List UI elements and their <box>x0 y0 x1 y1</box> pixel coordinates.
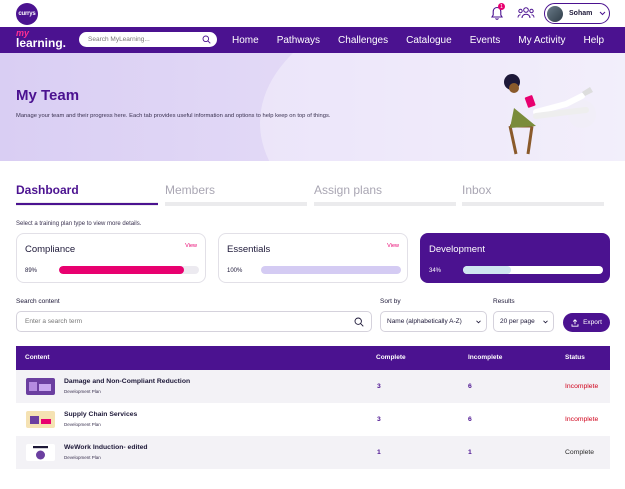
tab-members[interactable]: Members <box>165 183 215 197</box>
nav-link-help[interactable]: Help <box>584 35 605 46</box>
status-label: Complete <box>565 449 595 456</box>
results-per-page-select[interactable]: 20 per page <box>493 311 554 332</box>
content-search-input[interactable] <box>25 318 325 325</box>
complete-count[interactable]: 3 <box>377 416 381 423</box>
card-percent: 89% <box>25 268 38 274</box>
table-row[interactable]: Supply Chain Services Development Plan 3… <box>16 403 610 436</box>
tab-inbox-underline <box>462 202 604 206</box>
user-name: Soham <box>569 10 593 17</box>
tab-inbox[interactable]: Inbox <box>462 183 491 197</box>
row-title[interactable]: Damage and Non-Compliant Reduction <box>64 378 190 385</box>
progress-bar <box>463 266 603 274</box>
page-description: Manage your team and their progress here… <box>16 113 331 119</box>
mylearning-logo-learning[interactable]: learning. <box>16 36 66 50</box>
tab-dashboard[interactable]: Dashboard <box>16 183 79 197</box>
nav-link-pathways[interactable]: Pathways <box>277 35 320 46</box>
user-menu[interactable]: Soham <box>544 3 610 24</box>
global-search-input[interactable] <box>88 36 198 43</box>
sort-by-select[interactable]: Name (alphabetically A-Z) <box>380 311 487 332</box>
nav-link-challenges[interactable]: Challenges <box>338 35 388 46</box>
nav-link-catalogue[interactable]: Catalogue <box>406 35 452 46</box>
chevron-down-icon <box>476 320 481 324</box>
search-content-label: Search content <box>16 298 60 305</box>
card-percent: 34% <box>429 268 442 274</box>
export-button[interactable]: Export <box>563 313 610 332</box>
sort-by-label: Sort by <box>380 298 401 305</box>
table-row[interactable]: Damage and Non-Compliant Reduction Devel… <box>16 370 610 403</box>
incomplete-count[interactable]: 1 <box>468 449 472 456</box>
row-title[interactable]: Supply Chain Services <box>64 411 137 418</box>
content-search <box>16 311 372 332</box>
tab-dashboard-underline <box>16 203 158 205</box>
tab-assign-plans[interactable]: Assign plans <box>314 183 382 197</box>
complete-count[interactable]: 1 <box>377 449 381 456</box>
row-title[interactable]: WeWork Induction- edited <box>64 444 148 451</box>
progress-fill <box>59 266 184 274</box>
progress-fill <box>463 266 511 274</box>
card-title: Essentials <box>227 244 271 255</box>
select-hint: Select a training plan type to view more… <box>16 221 142 227</box>
team-tabs: Dashboard Members Assign plans Inbox <box>16 183 606 207</box>
status-label: Incomplete <box>565 383 599 390</box>
results-per-page-value: 20 per page <box>500 318 535 325</box>
tab-assign-plans-underline <box>314 202 456 206</box>
row-subtitle: Development Plan <box>64 455 101 460</box>
hero-banner: My Team Manage your team and their progr… <box>0 53 625 161</box>
thumbnail-image <box>26 411 55 428</box>
avatar <box>547 5 563 22</box>
progress-fill <box>261 266 401 274</box>
search-icon[interactable] <box>354 317 364 327</box>
export-icon <box>571 318 579 327</box>
column-header-content[interactable]: Content <box>25 354 50 361</box>
card-essentials[interactable]: Essentials View 100% <box>218 233 408 283</box>
chevron-down-icon <box>543 320 548 324</box>
card-title: Compliance <box>25 244 76 255</box>
export-label: Export <box>583 319 602 326</box>
global-search <box>79 32 217 47</box>
content-table: Content Complete Incomplete Status Damag… <box>16 346 610 469</box>
search-icon[interactable] <box>202 35 211 44</box>
chevron-down-icon <box>599 11 606 16</box>
currys-logo[interactable]: currys <box>16 3 38 25</box>
column-header-status[interactable]: Status <box>565 354 585 361</box>
incomplete-count[interactable]: 6 <box>468 383 472 390</box>
tab-members-underline <box>165 202 307 206</box>
status-label: Incomplete <box>565 416 599 423</box>
nav-link-events[interactable]: Events <box>470 35 501 46</box>
card-percent: 100% <box>227 268 243 274</box>
table-row[interactable]: WeWork Induction- edited Development Pla… <box>16 436 610 469</box>
card-development[interactable]: Development 34% <box>420 233 610 283</box>
card-view-link[interactable]: View <box>387 243 399 249</box>
row-subtitle: Development Plan <box>64 389 101 394</box>
main-nav: my learning. Home Pathways Challenges Ca… <box>0 27 625 53</box>
thumbnail-image <box>26 378 55 395</box>
page-title: My Team <box>16 87 80 104</box>
card-compliance[interactable]: Compliance View 89% <box>16 233 206 283</box>
team-icon[interactable] <box>517 6 535 20</box>
notification-badge: 1 <box>498 3 505 10</box>
nav-link-home[interactable]: Home <box>232 35 259 46</box>
hero-illustration <box>504 74 596 155</box>
card-title: Development <box>429 244 485 255</box>
results-label: Results <box>493 298 515 305</box>
top-bar: currys 1 Soham <box>0 0 625 27</box>
column-header-incomplete[interactable]: Incomplete <box>468 354 502 361</box>
table-header: Content Complete Incomplete Status <box>16 346 610 370</box>
progress-bar <box>261 266 401 274</box>
nav-links: Home Pathways Challenges Catalogue Event… <box>232 27 622 53</box>
card-view-link[interactable]: View <box>185 243 197 249</box>
wework-logo-thumbnail <box>26 444 55 461</box>
row-subtitle: Development Plan <box>64 422 101 427</box>
nav-link-my-activity[interactable]: My Activity <box>518 35 565 46</box>
column-header-complete[interactable]: Complete <box>376 354 406 361</box>
incomplete-count[interactable]: 6 <box>468 416 472 423</box>
complete-count[interactable]: 3 <box>377 383 381 390</box>
sort-by-value: Name (alphabetically A-Z) <box>387 318 462 325</box>
progress-bar <box>59 266 199 274</box>
